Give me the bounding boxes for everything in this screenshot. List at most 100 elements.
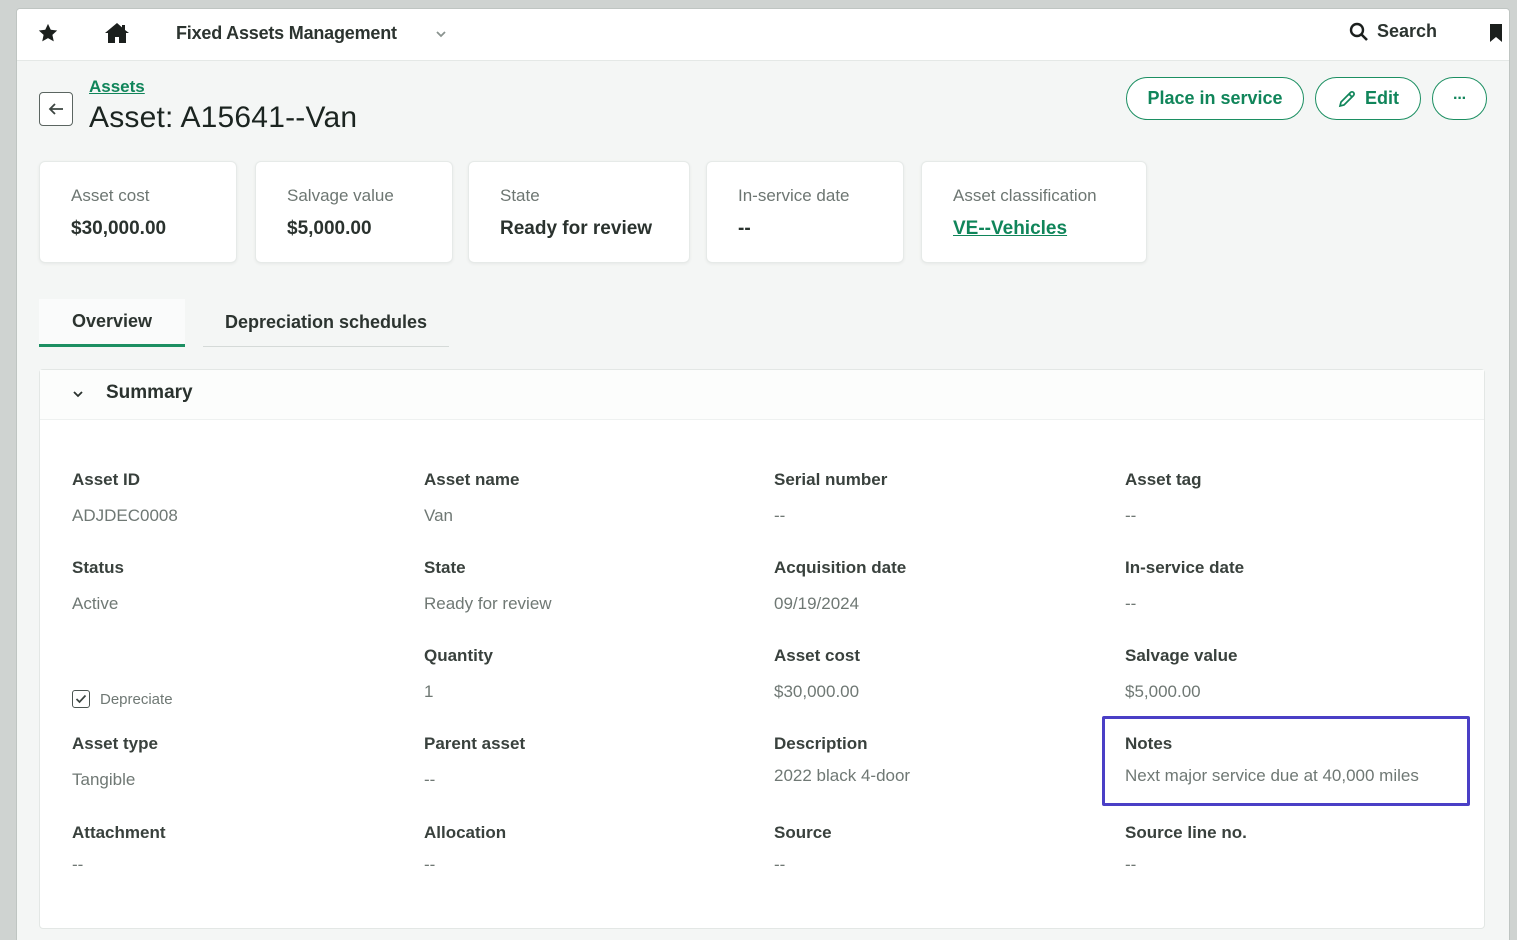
field-label: Asset cost [774,646,860,665]
field-attachment: Attachment -- [72,823,166,875]
field-asset-cost: Asset cost $30,000.00 [774,646,860,702]
more-options-button[interactable]: ··· [1432,77,1487,120]
field-salvage-value: Salvage value $5,000.00 [1125,646,1237,702]
field-asset-id: Asset ID ADJDEC0008 [72,470,178,526]
field-value: $5,000.00 [1125,682,1201,701]
card-label: Salvage value [287,186,394,205]
field-allocation: Allocation -- [424,823,506,875]
field-state: State Ready for review [424,558,552,614]
card-value: Ready for review [500,218,653,239]
search-icon [1349,22,1368,41]
field-label: Status [72,558,124,577]
field-in-service-date: In-service date -- [1125,558,1244,614]
field-notes: Notes Next major service due at 40,000 m… [1125,734,1419,786]
field-value: 2022 black 4-door [774,766,911,785]
summary-title: Summary [106,382,193,403]
card-asset-classification: Asset classification VE--Vehicles [921,161,1147,263]
field-label: Allocation [424,823,507,842]
field-status: Status Active [72,558,124,614]
chevron-down-icon [73,391,83,398]
field-label: In-service date [1125,558,1245,577]
field-value: -- [1125,506,1137,525]
depreciate-checkbox[interactable]: Depreciate [72,690,173,708]
place-in-service-button[interactable]: Place in service [1126,77,1304,120]
star-icon[interactable] [37,22,59,44]
field-label: State [424,558,466,577]
field-value: -- [774,855,786,874]
field-label: Acquisition date [774,558,907,577]
field-label: Source [774,823,832,842]
field-value: Next major service due at 40,000 miles [1125,766,1419,785]
field-value: $30,000.00 [774,682,860,701]
page-title: Asset: A15641--Van [89,101,358,134]
field-value: -- [424,855,436,874]
field-quantity: Quantity 1 [424,646,493,702]
app-window: Fixed Assets Management Search Assets As… [16,8,1510,940]
card-salvage-value: Salvage value $5,000.00 [255,161,453,263]
field-label: Asset name [424,470,520,489]
field-source-line-no: Source line no. -- [1125,823,1247,875]
field-acquisition-date: Acquisition date 09/19/2024 [774,558,906,614]
field-label: Quantity [424,646,493,665]
field-asset-type: Asset type Tangible [72,734,158,790]
card-value: $30,000.00 [71,218,167,239]
card-asset-cost: Asset cost $30,000.00 [39,161,237,263]
card-in-service-date: In-service date -- [706,161,904,263]
field-label: Parent asset [424,734,526,753]
tab-label: Depreciation schedules [224,312,428,332]
summary-panel: Summary Asset ID ADJDEC0008 Asset name V… [39,369,1485,929]
asset-classification-link[interactable]: VE--Vehicles [953,218,1067,240]
field-description: Description 2022 black 4-door [774,734,910,786]
app-title[interactable]: Fixed Assets Management [176,23,397,44]
field-value: -- [1125,855,1137,874]
home-icon[interactable] [103,21,131,45]
breadcrumb[interactable]: Assets [89,77,145,97]
field-value: Tangible [72,770,136,789]
chevron-down-icon[interactable] [435,29,447,39]
card-label: Asset classification [953,186,1097,205]
summary-header[interactable]: Summary [40,370,1484,420]
field-value: -- [424,770,436,789]
field-value: -- [72,855,84,874]
card-label: State [500,186,540,205]
field-value: 09/19/2024 [774,594,860,613]
card-label: Asset cost [71,186,150,205]
back-button[interactable] [39,92,73,126]
arrow-left-icon [48,103,63,115]
tab-label: Overview [71,311,153,331]
bookmark-icon[interactable] [1489,23,1503,43]
edit-button[interactable]: Edit [1315,77,1421,120]
search-label: Search [1377,21,1438,41]
tab-depreciation-schedules[interactable]: Depreciation schedules [203,299,449,347]
card-label: In-service date [738,186,850,205]
tab-overview[interactable]: Overview [39,299,185,347]
edit-label: Edit [1365,88,1399,108]
top-bar: Fixed Assets Management Search [17,9,1509,61]
field-source: Source -- [774,823,832,875]
field-value: ADJDEC0008 [72,506,178,525]
field-serial-number: Serial number -- [774,470,887,526]
card-state: State Ready for review [468,161,690,263]
field-label: Asset tag [1125,470,1202,489]
field-asset-name: Asset name Van [424,470,519,526]
field-label: Attachment [72,823,166,842]
depreciate-label: Depreciate [100,690,173,708]
field-value: -- [1125,594,1137,613]
field-label: Salvage value [1125,646,1238,665]
place-in-service-label: Place in service [1147,88,1283,108]
field-label: Description [774,734,868,753]
more-options-icon: ··· [1453,89,1467,107]
card-value: $5,000.00 [287,218,372,239]
field-asset-tag: Asset tag -- [1125,470,1202,526]
field-label: Asset ID [72,470,141,489]
pencil-icon [1338,90,1355,107]
field-label: Source line no. [1125,823,1247,842]
field-value: -- [774,506,786,525]
field-value: Ready for review [424,594,552,613]
field-label: Serial number [774,470,888,489]
field-label: Asset type [72,734,158,753]
field-value: Van [424,506,453,525]
card-value: -- [738,218,751,239]
search-button[interactable]: Search [1349,21,1437,42]
field-label: Notes [1125,734,1173,753]
